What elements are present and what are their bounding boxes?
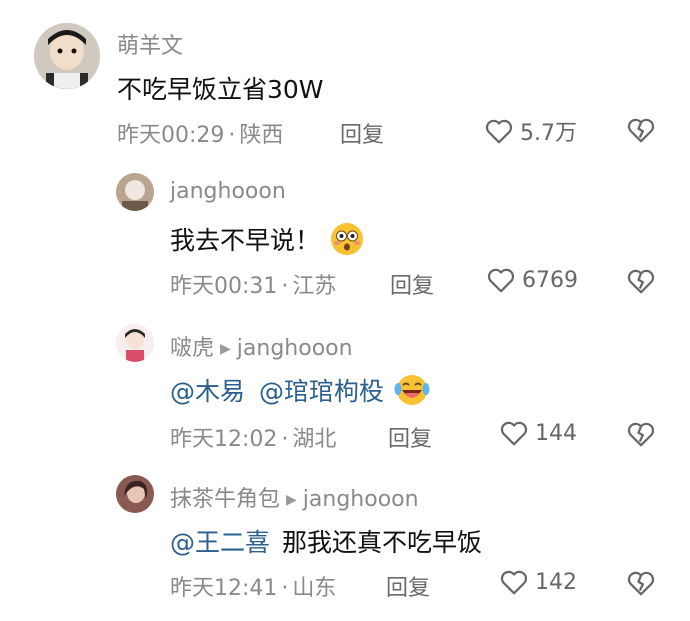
comment-time: 昨天00:31 bbox=[170, 274, 278, 299]
comment-author: 啵虎 ▶ janghooon bbox=[170, 330, 353, 362]
comment-text: 不吃早饭立省30W bbox=[117, 75, 324, 104]
comment-location: 江苏 bbox=[292, 274, 337, 299]
like-count: 142 bbox=[535, 569, 577, 595]
comment-text: @王二喜 那我还真不吃早饭 bbox=[170, 523, 482, 559]
separator: · bbox=[281, 427, 289, 452]
heart-outline-icon bbox=[500, 570, 528, 595]
comment-meta: 昨天00:31 · 江苏 bbox=[170, 268, 336, 300]
reply-to-name[interactable]: janghooon bbox=[303, 487, 419, 512]
comment-meta: 昨天00:29 · 陕西 bbox=[117, 117, 283, 149]
separator: · bbox=[281, 576, 289, 601]
triangle-right-icon: ▶ bbox=[220, 341, 231, 357]
like-count: 6769 bbox=[522, 267, 578, 293]
comment-2: janghooon 我去不早说！ 昨天00:31 · 江苏 回复 6769 bbox=[0, 155, 690, 305]
comment-text: @木易 @琯琯枸杸 bbox=[170, 372, 430, 413]
like-button[interactable]: 5.7万 bbox=[484, 115, 577, 147]
like-count: 144 bbox=[535, 420, 577, 446]
comment-time: 昨天12:41 bbox=[170, 576, 278, 601]
comment-text-content: 那我还真不吃早饭 bbox=[281, 528, 482, 557]
comment-text-content: 我去不早说！ bbox=[170, 226, 321, 255]
comment-location: 陕西 bbox=[239, 123, 284, 148]
reply-button[interactable]: 回复 bbox=[386, 570, 430, 602]
avatar-image bbox=[34, 23, 100, 89]
triangle-right-icon: ▶ bbox=[286, 492, 297, 508]
avatar[interactable] bbox=[116, 475, 154, 513]
comment-3: 啵虎 ▶ janghooon @木易 @琯琯枸杸 昨天12:02 · 湖北 回复 144 bbox=[0, 305, 690, 457]
reply-button[interactable]: 回复 bbox=[340, 117, 384, 149]
heart-outline-icon bbox=[485, 119, 513, 144]
broken-heart-icon bbox=[627, 422, 655, 447]
comment-1: 萌羊文 不吃早饭立省30W 昨天00:29 · 陕西 回复 5.7万 bbox=[0, 0, 690, 155]
laughing-tears-emoji-icon bbox=[394, 373, 430, 413]
like-count: 5.7万 bbox=[520, 121, 577, 146]
comment-text: 我去不早说！ bbox=[170, 221, 364, 262]
separator: · bbox=[281, 274, 289, 299]
comment-author[interactable]: 萌羊文 bbox=[117, 28, 183, 60]
dislike-button[interactable] bbox=[626, 420, 656, 452]
avatar-image bbox=[116, 324, 154, 362]
like-button[interactable]: 6769 bbox=[486, 266, 578, 294]
comment-time: 昨天00:29 bbox=[117, 123, 225, 148]
author-name[interactable]: 抹茶牛角包 bbox=[170, 487, 280, 512]
reply-to-name[interactable]: janghooon bbox=[237, 336, 353, 361]
author-name[interactable]: 啵虎 bbox=[170, 336, 214, 361]
avatar-image bbox=[116, 475, 154, 513]
broken-heart-icon bbox=[627, 269, 655, 294]
avatar[interactable] bbox=[34, 23, 100, 89]
comment-meta: 昨天12:02 · 湖北 bbox=[170, 421, 336, 453]
broken-heart-icon bbox=[627, 571, 655, 596]
comment-location: 湖北 bbox=[292, 427, 337, 452]
mention-link[interactable]: @木易 bbox=[170, 377, 245, 406]
separator: · bbox=[228, 123, 236, 148]
dislike-button[interactable] bbox=[626, 569, 656, 601]
like-button[interactable]: 144 bbox=[499, 419, 577, 447]
reply-button[interactable]: 回复 bbox=[390, 268, 434, 300]
heart-outline-icon bbox=[487, 268, 515, 293]
broken-heart-icon bbox=[627, 118, 655, 143]
flushed-emoji-icon bbox=[330, 222, 364, 262]
mention-link[interactable]: @王二喜 bbox=[170, 528, 270, 557]
heart-outline-icon bbox=[500, 421, 528, 446]
comment-meta: 昨天12:41 · 山东 bbox=[170, 570, 336, 602]
mention-link[interactable]: @琯琯枸杸 bbox=[259, 377, 384, 406]
dislike-button[interactable] bbox=[626, 267, 656, 299]
reply-button[interactable]: 回复 bbox=[388, 421, 432, 453]
avatar[interactable] bbox=[116, 324, 154, 362]
dislike-button[interactable] bbox=[626, 116, 656, 148]
comment-4: 抹茶牛角包 ▶ janghooon @王二喜 那我还真不吃早饭 昨天12:41 · 山东… bbox=[0, 457, 690, 621]
avatar[interactable] bbox=[116, 173, 154, 211]
comment-time: 昨天12:02 bbox=[170, 427, 278, 452]
comment-author: 抹茶牛角包 ▶ janghooon bbox=[170, 481, 419, 513]
comment-location: 山东 bbox=[292, 576, 337, 601]
avatar-image bbox=[116, 173, 154, 211]
like-button[interactable]: 142 bbox=[499, 568, 577, 596]
comment-author[interactable]: janghooon bbox=[170, 179, 286, 204]
